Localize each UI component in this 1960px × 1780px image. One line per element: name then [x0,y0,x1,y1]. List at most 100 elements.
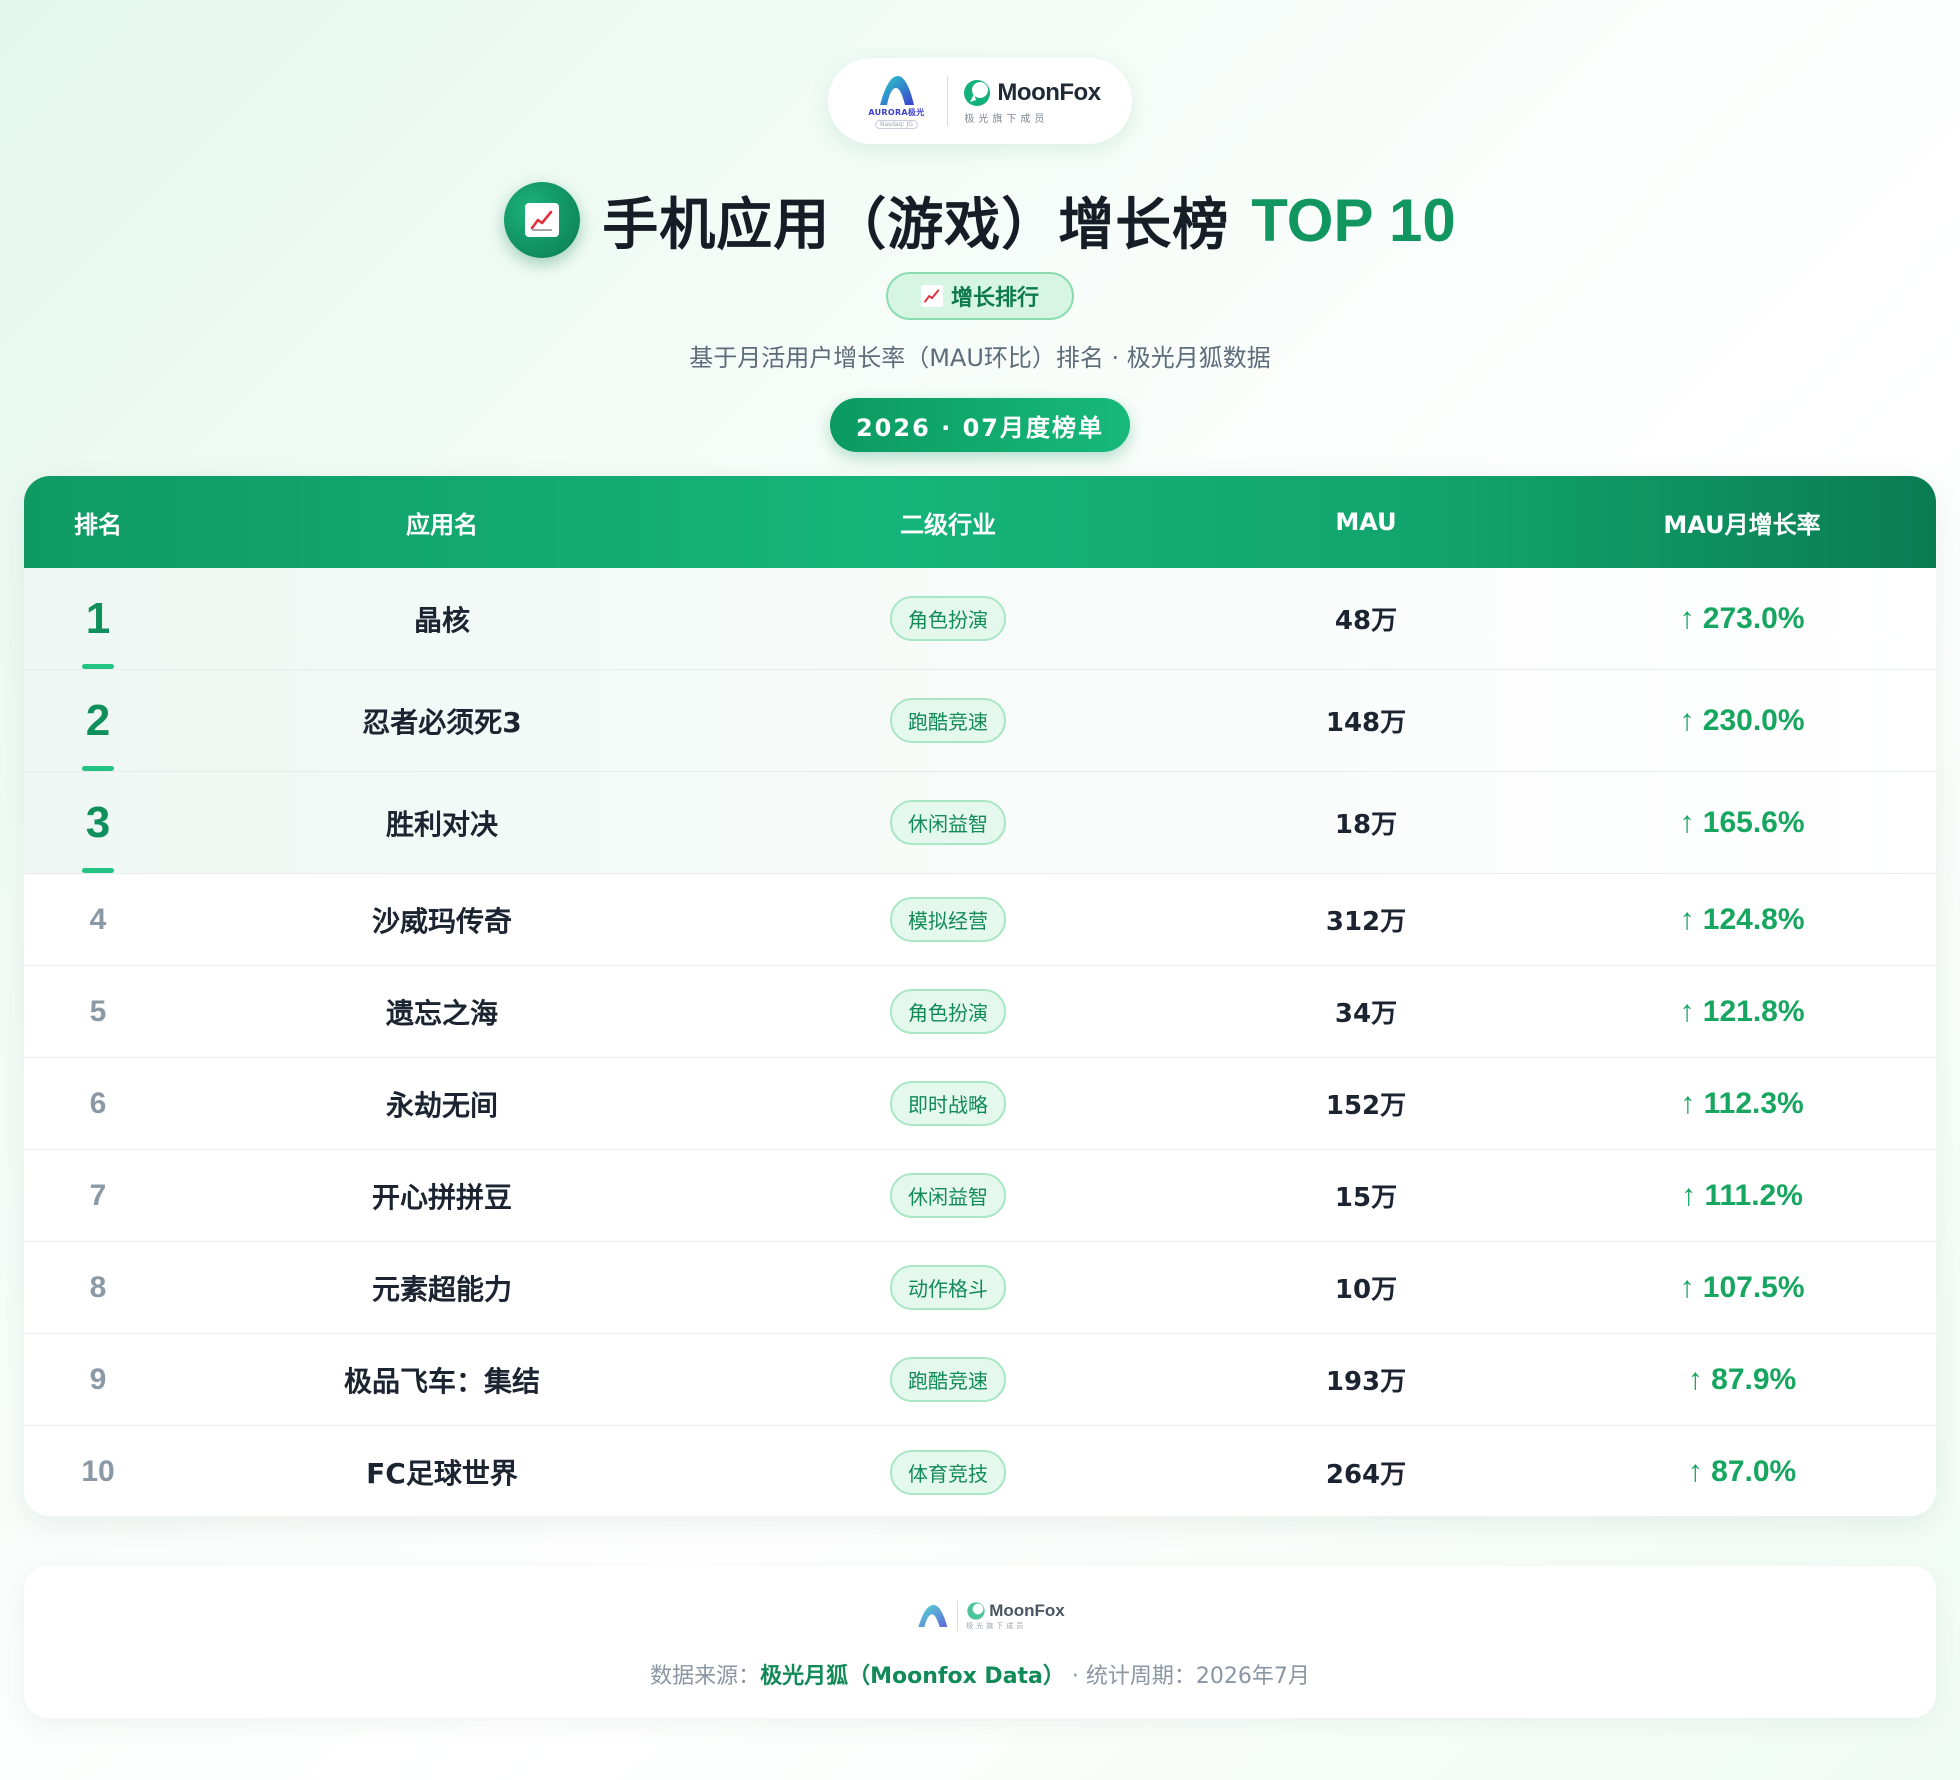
footer-moonfox-sub: 极光旗下成员 [966,1622,1027,1630]
app-name: 晶核 [413,603,470,637]
mau-value: 48万 [1334,606,1398,636]
title-badge [504,182,581,258]
mau-value: 193万 [1325,1367,1407,1397]
app-name: 忍者必须死3 [362,705,522,739]
industry-badge: 休闲益智 [890,800,1006,845]
growth-rate: ↑ 273.0% [1679,601,1805,635]
footer-logos: MoonFox 极光旗下成员 [900,1594,1080,1638]
column-header-app: 应用名 [406,510,478,539]
column-header-mau: MAU [1335,508,1397,536]
growth-rate: ↑ 230.0% [1679,703,1805,737]
aurora-logo: AURORA极光 Nasdaq: JG [859,73,933,129]
page-title: 手机应用（游戏）增长榜 [602,192,1230,258]
mau-value: 18万 [1334,810,1398,840]
footer-moonfox-logo: MoonFox 极光旗下成员 [966,1601,1065,1631]
ranking-tag: 增长排行 [886,272,1074,320]
app-name: FC足球世界 [366,1457,518,1490]
rank-number: 10 [81,1455,115,1488]
rank-number: 1 [85,593,111,643]
aurora-mountain-icon [880,76,915,105]
moonfox-icon [964,79,991,106]
industry-badge: 角色扮演 [890,596,1006,641]
footer-source-name: 极光月狐（Moonfox Data） [760,1664,1065,1689]
industry-badge: 角色扮演 [890,989,1006,1034]
growth-rate: ↑ 124.8% [1679,902,1805,936]
industry-badge: 即时战略 [890,1081,1006,1126]
rank-number: 9 [89,1362,107,1396]
period-badge: 2026 · 07月度榜单 [830,398,1130,452]
footer-period-label: · 统计周期： [1064,1664,1196,1689]
footer-period-value: 2026年7月 [1195,1664,1310,1689]
industry-badge: 体育竞技 [890,1449,1006,1495]
growth-rate: ↑ 107.5% [1679,1270,1805,1304]
industry-badge: 模拟经营 [890,897,1006,942]
app-name: 胜利对决 [385,807,498,841]
ranking-table: 排名 应用名 二级行业 MAU MAU月增长率 1 晶核 角色扮演 48万 ↑ … [24,476,1936,1516]
mau-value: 312万 [1325,907,1407,937]
rank-underline [82,664,114,669]
chart-up-icon [924,289,940,303]
app-name: 遗忘之海 [385,996,498,1030]
rank-number: 2 [85,695,111,745]
industry-badge: 休闲益智 [890,1173,1006,1218]
footer-source-line: 数据来源：极光月狐（Moonfox Data） · 统计周期：2026年7月 [24,1658,1936,1690]
app-name: 极品飞车：集结 [343,1364,540,1398]
table-row: 3 胜利对决 休闲益智 18万 ↑ 165.6% [24,772,1936,874]
table-row: 1 晶核 角色扮演 48万 ↑ 273.0% [24,568,1936,670]
rank-number: 3 [85,797,111,847]
app-name: 元素超能力 [371,1272,512,1306]
page-title-row: 手机应用（游戏）增长榜 TOP 10 [0,180,1960,260]
mau-value: 10万 [1334,1275,1398,1305]
rank-underline [82,868,114,873]
rank-number: 4 [89,902,107,936]
table-row: 4 沙威玛传奇 模拟经营 312万 ↑ 124.8% [24,874,1936,966]
app-name: 永劫无间 [385,1088,498,1122]
industry-badge: 跑酷竞速 [890,698,1006,743]
app-name: 沙威玛传奇 [371,904,512,938]
rank-underline [82,766,114,771]
brand-logo-pill: AURORA极光 Nasdaq: JG MoonFox 极光旗下成员 [828,58,1132,144]
moonfox-logo: MoonFox 极光旗下成员 [962,78,1101,125]
moonfox-icon [967,1602,985,1620]
mau-value: 152万 [1325,1091,1407,1121]
table-row: 6 永劫无间 即时战略 152万 ↑ 112.3% [24,1058,1936,1150]
footer: MoonFox 极光旗下成员 数据来源：极光月狐（Moonfox Data） ·… [24,1566,1936,1718]
footer-logo-divider [957,1601,959,1631]
table-row: 7 开心拼拼豆 休闲益智 15万 ↑ 111.2% [24,1150,1936,1242]
table-row: 9 极品飞车：集结 跑酷竞速 193万 ↑ 87.9% [24,1334,1936,1426]
footer-source-label: 数据来源： [650,1664,761,1689]
industry-badge: 跑酷竞速 [890,1357,1006,1402]
logo-divider [947,76,949,126]
growth-rate: ↑ 87.9% [1687,1362,1797,1396]
growth-rate: ↑ 112.3% [1680,1086,1804,1120]
column-header-rank: 排名 [74,510,122,539]
chart-up-icon [530,210,553,231]
growth-rate: ↑ 87.0% [1687,1455,1797,1488]
rank-number: 5 [89,994,107,1028]
page-title-accent: TOP 10 [1251,186,1456,254]
growth-rate: ↑ 121.8% [1679,994,1805,1028]
moonfox-brand-name: MoonFox [997,78,1101,106]
industry-badge: 动作格斗 [890,1265,1006,1310]
rank-number: 8 [89,1270,107,1304]
aurora-mountain-icon [918,1604,948,1628]
table-row: 8 元素超能力 动作格斗 10万 ↑ 107.5% [24,1242,1936,1334]
table-row: 5 遗忘之海 角色扮演 34万 ↑ 121.8% [24,966,1936,1058]
table-row: 10 FC足球世界 体育竞技 264万 ↑ 87.0% [24,1426,1936,1516]
aurora-brand-sub: Nasdaq: JG [874,120,918,129]
period-badge-label: 2026 · 07月度榜单 [855,413,1105,442]
column-header-industry: 二级行业 [900,510,996,539]
app-name: 开心拼拼豆 [371,1180,512,1214]
mau-value: 264万 [1325,1459,1407,1490]
table-header: 排名 应用名 二级行业 MAU MAU月增长率 [24,476,1936,568]
rank-number: 7 [89,1178,107,1212]
column-header-growth: MAU月增长率 [1663,510,1821,539]
growth-rate: ↑ 165.6% [1679,805,1805,839]
rank-number: 6 [89,1086,107,1120]
ranking-tag-label: 增长排行 [950,286,1039,311]
footer-moonfox-name: MoonFox [989,1601,1065,1620]
page-subtitle: 基于月活用户增长率（MAU环比）排名 · 极光月狐数据 [689,344,1271,372]
mau-value: 34万 [1334,999,1398,1029]
mau-value: 148万 [1325,708,1407,738]
growth-rate: ↑ 111.2% [1681,1178,1803,1212]
